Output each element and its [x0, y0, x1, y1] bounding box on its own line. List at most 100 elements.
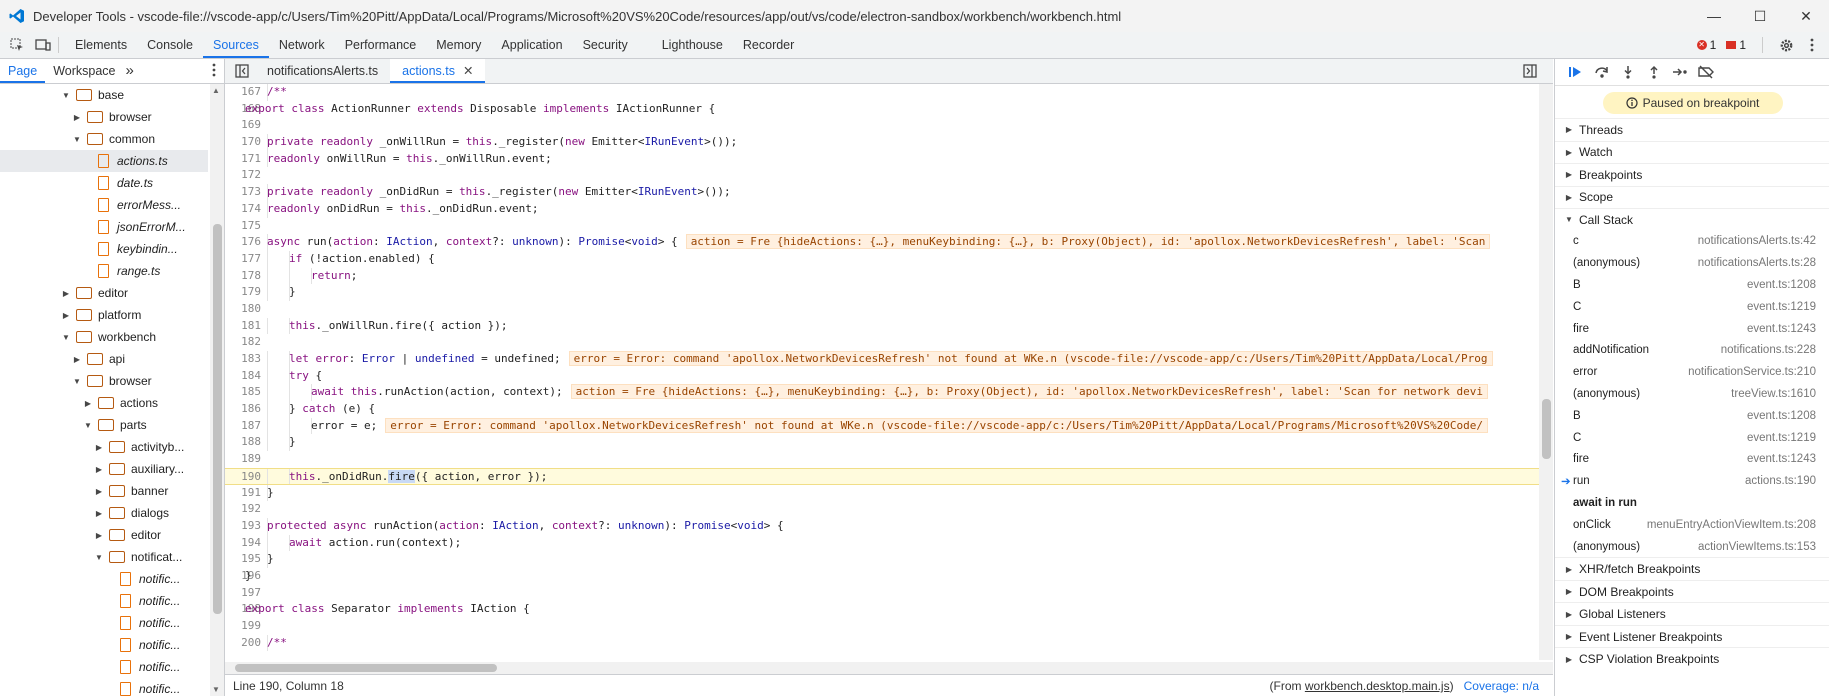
tab-page[interactable]: Page [0, 59, 46, 83]
tree-folder[interactable]: ▶ platform [0, 304, 208, 326]
editor-tab-notificationsalerts[interactable]: notificationsAlerts.ts [255, 59, 390, 83]
collapsed-triangle-icon[interactable]: ▶ [93, 531, 105, 540]
code-line[interactable]: 186} catch (e) { [225, 401, 1553, 418]
tab-elements[interactable]: Elements [65, 32, 137, 58]
scrollbar-thumb[interactable] [1542, 399, 1551, 459]
expanded-triangle-icon[interactable]: ▼ [82, 421, 94, 430]
line-number[interactable]: 186 [225, 401, 261, 418]
call-stack-frame[interactable]: c notificationsAlerts.ts:42 [1555, 231, 1829, 253]
tree-folder[interactable]: ▶ banner [0, 480, 208, 502]
code-line[interactable]: 181 this._onWillRun.fire({ action }); [225, 317, 1553, 335]
code-line[interactable]: 191} [225, 484, 1553, 502]
call-stack-frame[interactable]: (anonymous) treeView.ts:1610 [1555, 383, 1829, 405]
expanded-triangle-icon[interactable]: ▼ [71, 135, 83, 144]
tree-file[interactable]: notific... [0, 612, 208, 634]
frame-location[interactable]: notificationsAlerts.ts:28 [1698, 257, 1816, 269]
code-line[interactable]: 171 readonly onWillRun = this._onWillRun.… [225, 150, 1553, 168]
line-number[interactable]: 192 [225, 501, 261, 518]
deactivate-breakpoints-icon[interactable] [1693, 61, 1719, 83]
tree-folder[interactable]: ▶ api [0, 348, 208, 370]
line-number[interactable]: 172 [225, 167, 261, 184]
code-line[interactable]: 170 private readonly _onWillRun = this._r… [225, 134, 1553, 151]
tree-folder[interactable]: ▼ workbench [0, 326, 208, 348]
code-line[interactable]: 180 [225, 301, 1553, 318]
tab-recorder[interactable]: Recorder [733, 32, 804, 58]
frame-location[interactable]: event.ts:1219 [1747, 301, 1816, 313]
line-number[interactable]: 176 [225, 234, 261, 251]
frame-location[interactable]: event.ts:1208 [1747, 279, 1816, 291]
tab-security[interactable]: Security [573, 32, 638, 58]
line-number[interactable]: 183 [225, 351, 261, 368]
code-line[interactable]: 197 [225, 585, 1553, 602]
coverage-status[interactable]: Coverage: n/a [1464, 679, 1539, 693]
tree-file[interactable]: notific... [0, 678, 208, 696]
frame-location[interactable]: event.ts:1219 [1747, 432, 1816, 444]
line-number[interactable]: 167 [225, 84, 261, 101]
frame-location[interactable]: notifications.ts:228 [1721, 344, 1816, 356]
frame-location[interactable]: actionViewItems.ts:153 [1698, 541, 1816, 553]
code-line[interactable]: 175 [225, 218, 1553, 235]
step-into-icon[interactable] [1615, 61, 1641, 83]
tree-folder[interactable]: ▶ auxiliary... [0, 458, 208, 480]
code-line[interactable]: 167 /** [225, 84, 1553, 101]
tree-folder[interactable]: ▼ parts [0, 414, 208, 436]
tab-workspace[interactable]: Workspace [45, 59, 123, 83]
expanded-triangle-icon[interactable]: ▼ [93, 553, 105, 562]
line-number[interactable]: 188 [225, 434, 261, 451]
frame-location[interactable]: notificationsAlerts.ts:42 [1698, 235, 1816, 247]
tree-file[interactable]: date.ts [0, 172, 208, 194]
line-number[interactable]: 170 [225, 134, 261, 151]
editor-vertical-scrollbar[interactable] [1539, 84, 1553, 660]
tree-file[interactable]: range.ts [0, 260, 208, 282]
tree-folder[interactable]: ▶ dialogs [0, 502, 208, 524]
call-stack-frame[interactable]: Cevent.ts:1219 [1555, 427, 1829, 449]
code-line[interactable]: 177 if (!action.enabled) { [225, 250, 1553, 268]
section-event-listener-breakpoints[interactable]: ▶ Event Listener Breakpoints [1555, 624, 1829, 648]
section-scope[interactable]: ▶ Scope [1555, 185, 1829, 209]
section-threads[interactable]: ▶ Threads [1555, 118, 1829, 141]
editor-tab-actions[interactable]: actions.ts ✕ [390, 59, 486, 83]
call-stack-frame[interactable]: ➔ run actions.ts:190 [1555, 470, 1829, 492]
step-icon[interactable] [1667, 61, 1693, 83]
resume-icon[interactable] [1563, 61, 1589, 83]
expanded-triangle-icon[interactable]: ▼ [60, 91, 72, 100]
code-line[interactable]: 187 error = e; error = Error: command 'apo… [225, 417, 1553, 435]
line-number[interactable]: 196 [225, 568, 261, 585]
navigator-scrollbar[interactable]: ▲ ▼ [210, 84, 224, 696]
source-map-link[interactable]: workbench.desktop.main.js [1305, 679, 1450, 693]
code-line[interactable]: 176 async run(action: IAction, context?: … [225, 234, 1553, 251]
code-line[interactable]: 183 let error: Error | undefined = undefi… [225, 351, 1553, 368]
line-number[interactable]: 194 [225, 535, 261, 552]
tree-folder[interactable]: ▼ base [0, 84, 208, 106]
line-number[interactable]: 181 [225, 318, 261, 335]
section-watch[interactable]: ▶ Watch [1555, 140, 1829, 164]
call-stack-frame[interactable]: Bevent.ts:1208 [1555, 405, 1829, 427]
tab-application[interactable]: Application [491, 32, 572, 58]
step-out-icon[interactable] [1641, 61, 1667, 83]
tree-folder[interactable]: ▼ browser [0, 370, 208, 392]
code-line[interactable]: 185 await this.runAction(action, context)… [225, 384, 1553, 402]
code-line[interactable]: 172 [225, 167, 1553, 184]
more-options-icon[interactable] [1803, 36, 1821, 54]
close-tab-icon[interactable]: ✕ [463, 64, 473, 78]
call-stack-frame[interactable]: fire event.ts:1243 [1555, 318, 1829, 340]
section-call-stack[interactable]: ▼ Call Stack [1555, 208, 1829, 231]
line-number[interactable]: 182 [225, 334, 261, 351]
tree-folder[interactable]: ▶ browser [0, 106, 208, 128]
code-line[interactable]: 199 [225, 618, 1553, 635]
editor-horizontal-scrollbar[interactable] [225, 662, 1553, 674]
frame-location[interactable]: notificationService.ts:210 [1688, 366, 1816, 378]
line-number[interactable]: 189 [225, 451, 261, 468]
line-number[interactable]: 179 [225, 284, 261, 301]
call-stack-frame[interactable]: addNotification notifications.ts:228 [1555, 339, 1829, 361]
collapsed-triangle-icon[interactable]: ▶ [82, 399, 94, 408]
line-number[interactable]: 191 [225, 485, 261, 502]
tree-folder[interactable]: ▼ common [0, 128, 208, 150]
code-line[interactable]: 196} [225, 568, 1553, 585]
issues-count-badge[interactable]: 1 [1726, 38, 1746, 52]
frame-location[interactable]: event.ts:1243 [1747, 323, 1816, 335]
scroll-up-icon[interactable]: ▲ [212, 86, 220, 95]
collapsed-triangle-icon[interactable]: ▶ [93, 509, 105, 518]
section-xhr-fetch-breakpoints[interactable]: ▶ XHR/fetch Breakpoints [1555, 557, 1829, 580]
code-line-current[interactable]: 190 this._onDidRun.fire({ action, error }… [225, 467, 1553, 485]
